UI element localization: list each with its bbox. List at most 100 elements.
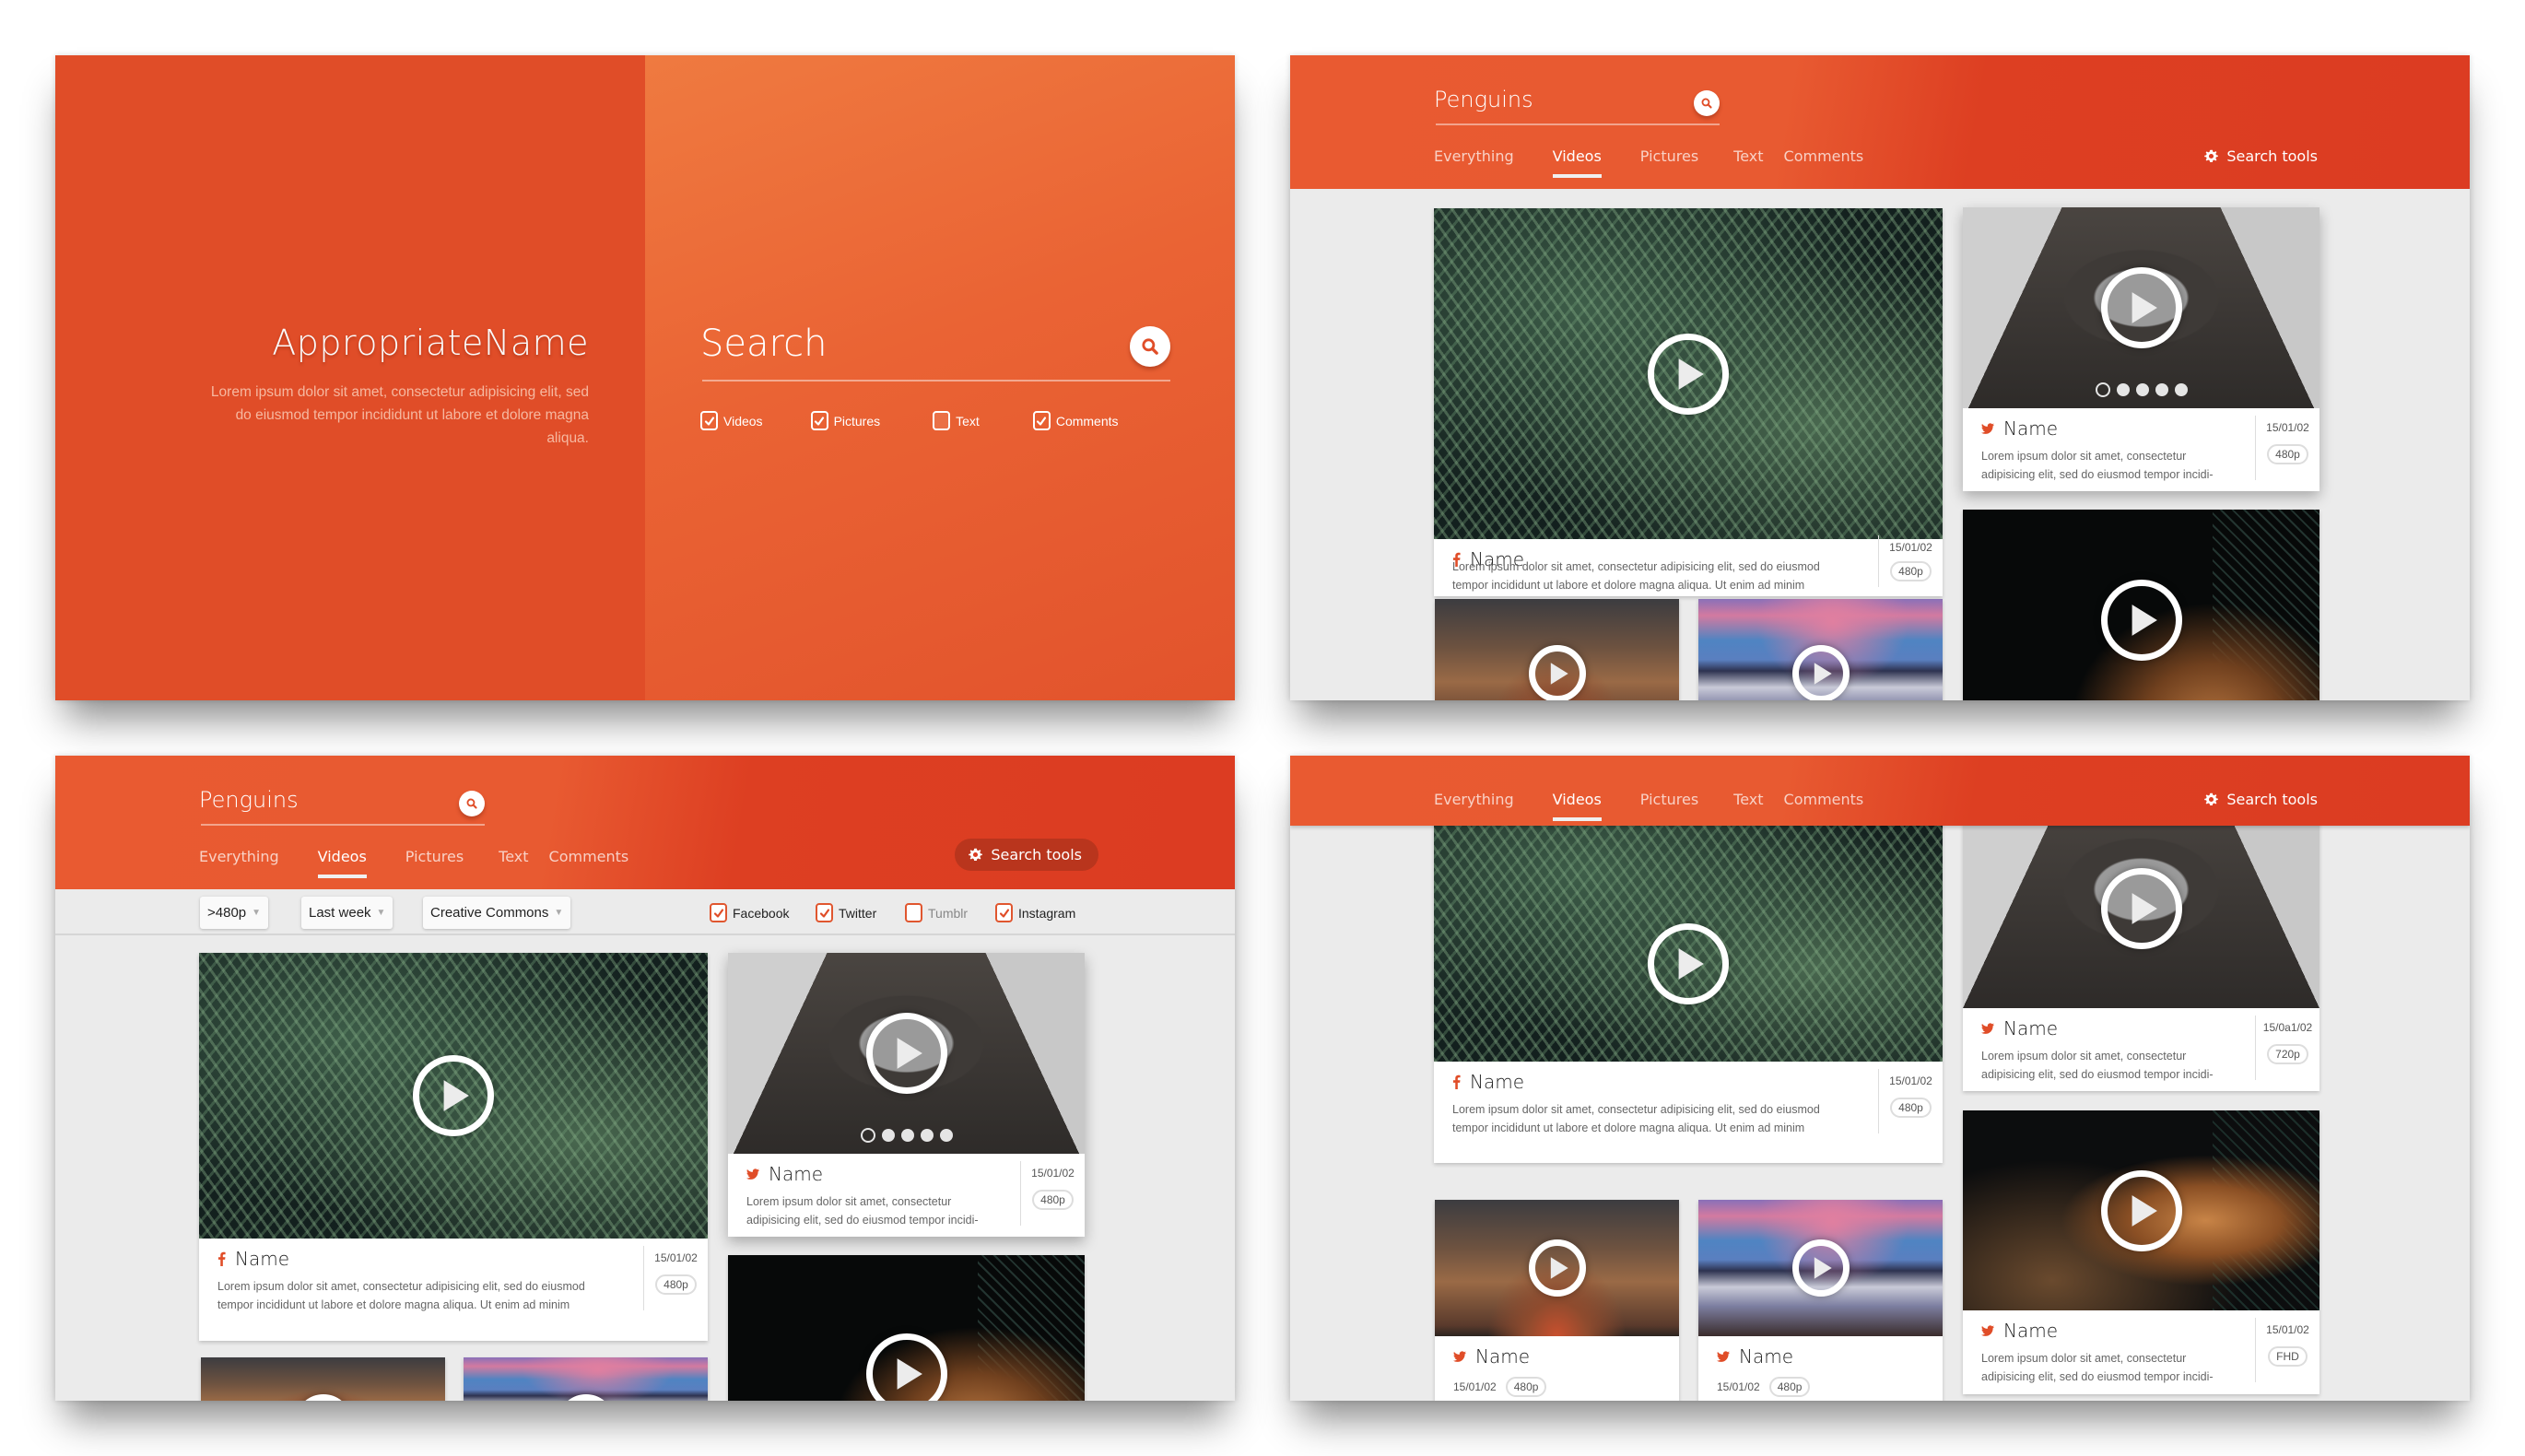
result-card-volcano[interactable]: Name 15/01/02 480p: [1698, 1200, 1943, 1401]
result-card-fern[interactable]: Name Lorem ipsum dolor sit amet, consect…: [1434, 208, 1943, 596]
result-card-attic[interactable]: Name Lorem ipsum dolor sit amet, consect…: [1963, 793, 2319, 1091]
license-dropdown[interactable]: Creative Commons ▼: [423, 897, 571, 929]
filter-text[interactable]: Text: [933, 411, 980, 430]
play-button[interactable]: [2100, 267, 2182, 348]
card-name[interactable]: Name: [2003, 1320, 2058, 1342]
video-thumbnail[interactable]: [201, 1357, 445, 1401]
video-thumbnail[interactable]: [1435, 599, 1679, 700]
search-tools-button-active[interactable]: Search tools: [955, 839, 1098, 871]
checkbox-unchecked-icon[interactable]: [933, 411, 951, 430]
result-card-tiger[interactable]: [728, 1255, 1085, 1401]
tab-text[interactable]: Text: [1733, 791, 1763, 821]
tab-videos[interactable]: Videos: [317, 848, 367, 878]
video-thumbnail[interactable]: [1434, 208, 1943, 539]
carousel-dot[interactable]: [2116, 383, 2130, 396]
card-name[interactable]: Name: [1475, 1345, 1530, 1368]
checkbox-checked-icon[interactable]: [816, 903, 833, 922]
result-card-fern[interactable]: Name Lorem ipsum dolor sit amet, consect…: [199, 953, 708, 1341]
source-instagram[interactable]: Instagram: [995, 903, 1075, 922]
video-thumbnail[interactable]: [199, 953, 708, 1239]
checkbox-checked-icon[interactable]: [995, 903, 1013, 922]
search-button[interactable]: [1130, 326, 1170, 367]
result-card-fern[interactable]: Name Lorem ipsum dolor sit amet, consect…: [1434, 793, 1943, 1163]
quality-dropdown[interactable]: >480p ▼: [200, 897, 269, 929]
carousel-dot[interactable]: [900, 1129, 914, 1142]
video-thumbnail[interactable]: [1698, 599, 1943, 700]
card-name[interactable]: Name: [1739, 1345, 1793, 1368]
source-twitter[interactable]: Twitter: [816, 903, 876, 922]
date-dropdown[interactable]: Last week ▼: [301, 897, 393, 929]
source-facebook[interactable]: Facebook: [710, 903, 789, 922]
search-input[interactable]: Penguins: [1434, 87, 1533, 112]
play-button[interactable]: [557, 1394, 615, 1401]
tab-videos[interactable]: Videos: [1552, 147, 1602, 178]
search-input[interactable]: Penguins: [199, 787, 299, 813]
play-button[interactable]: [1648, 333, 1729, 415]
carousel-dot[interactable]: [881, 1129, 895, 1142]
carousel-dot[interactable]: [2174, 383, 2188, 396]
checkbox-checked-icon[interactable]: [710, 903, 727, 922]
play-button[interactable]: [1528, 1239, 1586, 1297]
play-button[interactable]: [865, 1333, 947, 1401]
result-card-sunset[interactable]: [1435, 599, 1679, 700]
header-search-field[interactable]: Penguins: [1434, 87, 1720, 125]
video-thumbnail[interactable]: [728, 1255, 1085, 1401]
result-card-attic[interactable]: Name Lorem ipsum dolor sit amet, consect…: [728, 953, 1085, 1237]
tab-comments[interactable]: Comments: [1784, 147, 1864, 178]
carousel-dot[interactable]: [920, 1129, 934, 1142]
play-button[interactable]: [294, 1394, 352, 1401]
tab-text[interactable]: Text: [1733, 147, 1763, 178]
carousel-dot-active[interactable]: [2095, 382, 2110, 397]
card-name[interactable]: Name: [769, 1163, 823, 1185]
search-tools-button[interactable]: Search tools: [2203, 791, 2318, 808]
result-card-tiger[interactable]: [1963, 510, 2319, 700]
video-thumbnail[interactable]: [1963, 510, 2319, 700]
source-tumblr[interactable]: Tumblr: [905, 903, 968, 922]
video-thumbnail[interactable]: [1698, 1200, 1943, 1336]
checkbox-checked-icon[interactable]: [810, 411, 828, 430]
video-thumbnail[interactable]: [728, 953, 1085, 1154]
tab-videos[interactable]: Videos: [1552, 791, 1602, 821]
card-name[interactable]: Name: [2003, 1017, 2058, 1039]
card-name[interactable]: Name: [1470, 1071, 1524, 1093]
result-card-volcano[interactable]: [464, 1357, 708, 1401]
tab-comments[interactable]: Comments: [549, 848, 629, 878]
play-button[interactable]: [1791, 645, 1850, 700]
carousel-dot[interactable]: [939, 1129, 953, 1142]
play-button[interactable]: [865, 1013, 947, 1094]
filter-comments[interactable]: Comments: [1032, 411, 1119, 430]
play-button[interactable]: [2100, 580, 2182, 661]
video-thumbnail[interactable]: [1963, 207, 2319, 408]
result-card-tiger[interactable]: Name Lorem ipsum dolor sit amet, consect…: [1963, 1110, 2319, 1394]
search-button[interactable]: [459, 791, 485, 816]
result-card-sunset[interactable]: Name 15/01/02 480p: [1435, 1200, 1679, 1401]
checkbox-unchecked-icon[interactable]: [905, 903, 922, 922]
carousel-dot-active[interactable]: [860, 1128, 875, 1143]
play-button[interactable]: [2100, 868, 2182, 949]
tab-pictures[interactable]: Pictures: [405, 848, 464, 878]
carousel-dot[interactable]: [2155, 383, 2168, 396]
header-search-field[interactable]: Penguins: [199, 787, 485, 826]
search-button[interactable]: [1694, 90, 1720, 116]
video-thumbnail[interactable]: [1435, 1200, 1679, 1336]
result-card-volcano[interactable]: [1698, 599, 1943, 700]
play-button[interactable]: [1791, 1239, 1850, 1297]
tab-text[interactable]: Text: [499, 848, 528, 878]
video-thumbnail[interactable]: [464, 1357, 708, 1401]
tab-everything[interactable]: Everything: [1434, 147, 1514, 178]
tab-everything[interactable]: Everything: [1434, 791, 1514, 821]
play-button[interactable]: [1648, 923, 1729, 1004]
carousel-dot[interactable]: [2135, 383, 2149, 396]
tab-everything[interactable]: Everything: [199, 848, 279, 878]
video-thumbnail[interactable]: [1963, 1110, 2319, 1310]
card-name[interactable]: Name: [2003, 417, 2058, 440]
search-tools-button[interactable]: Search tools: [2203, 147, 2318, 165]
video-thumbnail[interactable]: [1434, 793, 1943, 1062]
play-button[interactable]: [1528, 645, 1586, 700]
play-button[interactable]: [413, 1055, 494, 1136]
checkbox-checked-icon[interactable]: [1032, 411, 1051, 430]
tab-comments[interactable]: Comments: [1784, 791, 1864, 821]
search-input[interactable]: Search: [700, 323, 827, 365]
landing-search-field[interactable]: Search: [700, 323, 1170, 382]
filter-pictures[interactable]: Pictures: [810, 411, 880, 430]
